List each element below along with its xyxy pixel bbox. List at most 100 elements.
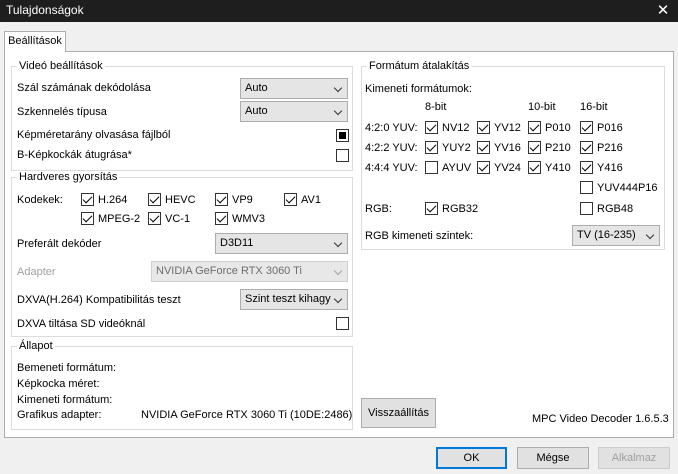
- pref-decoder-combo[interactable]: D3D11: [215, 233, 348, 254]
- scan-label: Szkennelés típusa: [17, 106, 107, 118]
- fmt-yuv444p16-label: YUV444P16: [597, 182, 658, 194]
- hw-accel-legend: Hardveres gyorsítás: [19, 171, 118, 183]
- adapter-label: Adapter: [17, 266, 56, 278]
- rgb-label: RGB:: [365, 203, 392, 215]
- pref-decoder-value: D3D11: [220, 237, 254, 249]
- fmt-y416-label: Y416: [597, 162, 623, 174]
- window-title: Tulajdonságok: [6, 3, 84, 17]
- codec-vp9-label: VP9: [232, 194, 253, 206]
- codec-vc1-checkbox[interactable]: [148, 212, 161, 225]
- close-icon[interactable]: ✕: [648, 0, 678, 22]
- fmt-p010-checkbox[interactable]: [528, 121, 541, 134]
- codec-vc1-label: VC-1: [165, 213, 191, 225]
- apply-button: Alkalmaz: [598, 447, 670, 469]
- fmt-rgb48-checkbox[interactable]: [580, 202, 593, 215]
- fmt-nv12-label: NV12: [442, 122, 470, 134]
- cancel-button[interactable]: Mégse: [517, 447, 589, 469]
- settings-panel: Videó beállítások Szál számának dekódolá…: [4, 51, 674, 438]
- codec-av1-label: AV1: [301, 194, 321, 206]
- tab-settings[interactable]: Beállítások: [4, 31, 66, 52]
- codec-hevc-checkbox[interactable]: [148, 193, 161, 206]
- chevron-down-icon: [333, 83, 343, 93]
- fmt-yv12-label: YV12: [494, 122, 521, 134]
- aspect-label: Képméretarány olvasása fájlból: [17, 129, 171, 141]
- header-16bit: 16-bit: [580, 101, 608, 113]
- fmt-rgb48-label: RGB48: [597, 203, 634, 215]
- codec-wmv3-label: WMV3: [232, 213, 265, 225]
- adapter-combo: NVIDIA GeForce RTX 3060 Ti: [151, 261, 348, 282]
- fmt-p016-label: P016: [597, 122, 623, 134]
- threads-value: Auto: [245, 82, 268, 94]
- fmt-yuv444p16-checkbox[interactable]: [580, 181, 593, 194]
- chevron-down-icon: [333, 238, 343, 248]
- fmt-rgb32-label: RGB32: [442, 203, 479, 215]
- codec-wmv3-checkbox[interactable]: [215, 212, 228, 225]
- input-format-label: Bemeneti formátum:: [17, 362, 117, 374]
- fmt-yuy2-label: YUY2: [442, 142, 471, 154]
- rgb-levels-value: TV (16-235): [577, 229, 636, 241]
- scan-combo[interactable]: Auto: [240, 101, 348, 122]
- fmt-ayuv-checkbox[interactable]: [425, 161, 438, 174]
- row-422-label: 4:2:2 YUV:: [365, 142, 418, 154]
- gpu-label: Grafikus adapter:: [17, 409, 102, 421]
- fmt-yv16-label: YV16: [494, 142, 521, 154]
- format-conversion-legend: Formátum átalakítás: [369, 60, 470, 72]
- title-bar: Tulajdonságok ✕: [0, 0, 678, 22]
- codec-av1-checkbox[interactable]: [284, 193, 297, 206]
- header-8bit: 8-bit: [425, 101, 447, 113]
- gpu-value: NVIDIA GeForce RTX 3060 Ti (10DE:2486): [141, 409, 353, 421]
- row-420-label: 4:2:0 YUV:: [365, 122, 418, 134]
- fmt-rgb32-checkbox[interactable]: [425, 202, 438, 215]
- codec-mpeg2-checkbox[interactable]: [81, 212, 94, 225]
- reset-button[interactable]: Visszaállítás: [361, 398, 436, 428]
- chevron-down-icon: [333, 294, 343, 304]
- fmt-yv24-checkbox[interactable]: [477, 161, 490, 174]
- bskip-checkbox[interactable]: [336, 149, 349, 162]
- output-format-label: Kimeneti formátum:: [17, 394, 113, 406]
- fmt-p210-label: P210: [545, 142, 571, 154]
- fmt-p010-label: P010: [545, 122, 571, 134]
- fmt-y410-label: Y410: [545, 162, 571, 174]
- rgb-levels-combo[interactable]: TV (16-235): [572, 225, 660, 246]
- threads-combo[interactable]: Auto: [240, 78, 348, 99]
- fmt-yv24-label: YV24: [494, 162, 521, 174]
- scan-value: Auto: [245, 105, 268, 117]
- video-settings-legend: Videó beállítások: [19, 60, 103, 72]
- dxva-compat-value: Szint teszt kihagyá: [245, 293, 331, 305]
- dxva-compat-combo[interactable]: Szint teszt kihagyá: [240, 289, 348, 310]
- fmt-y410-checkbox[interactable]: [528, 161, 541, 174]
- frame-size-label: Képkocka méret:: [17, 378, 100, 390]
- aspect-checkbox[interactable]: [336, 129, 349, 142]
- fmt-p216-label: P216: [597, 142, 623, 154]
- fmt-yv12-checkbox[interactable]: [477, 121, 490, 134]
- version-text: MPC Video Decoder 1.6.5.3: [532, 413, 669, 425]
- fmt-p016-checkbox[interactable]: [580, 121, 593, 134]
- chevron-down-icon: [333, 266, 343, 276]
- dxva-compat-label: DXVA(H.264) Kompatibilitás teszt: [17, 294, 181, 306]
- bskip-label: B-Képkockák átugrása*: [17, 149, 132, 161]
- pref-decoder-label: Preferált dekóder: [17, 238, 102, 250]
- fmt-yuy2-checkbox[interactable]: [425, 141, 438, 154]
- codec-vp9-checkbox[interactable]: [215, 193, 228, 206]
- codec-hevc-label: HEVC: [165, 194, 196, 206]
- codec-h264-label: H.264: [98, 194, 128, 206]
- fmt-ayuv-label: AYUV: [442, 162, 472, 174]
- fmt-y416-checkbox[interactable]: [580, 161, 593, 174]
- outputs-label: Kimeneti formátumok:: [365, 83, 472, 95]
- codec-mpeg2-label: MPEG-2: [98, 213, 141, 225]
- rgb-levels-label: RGB kimeneti szintek:: [365, 230, 474, 242]
- codecs-label: Kodekek:: [17, 194, 63, 206]
- fmt-p216-checkbox[interactable]: [580, 141, 593, 154]
- fmt-nv12-checkbox[interactable]: [425, 121, 438, 134]
- chevron-down-icon: [333, 106, 343, 116]
- dxva-sd-checkbox[interactable]: [336, 317, 349, 330]
- adapter-value: NVIDIA GeForce RTX 3060 Ti: [156, 265, 302, 277]
- status-legend: Állapot: [19, 340, 53, 352]
- fmt-p210-checkbox[interactable]: [528, 141, 541, 154]
- threads-label: Szál számának dekódolása: [17, 82, 151, 94]
- ok-button[interactable]: OK: [436, 447, 507, 469]
- codec-h264-checkbox[interactable]: [81, 193, 94, 206]
- row-444-label: 4:4:4 YUV:: [365, 162, 418, 174]
- fmt-yv16-checkbox[interactable]: [477, 141, 490, 154]
- chevron-down-icon: [645, 230, 655, 240]
